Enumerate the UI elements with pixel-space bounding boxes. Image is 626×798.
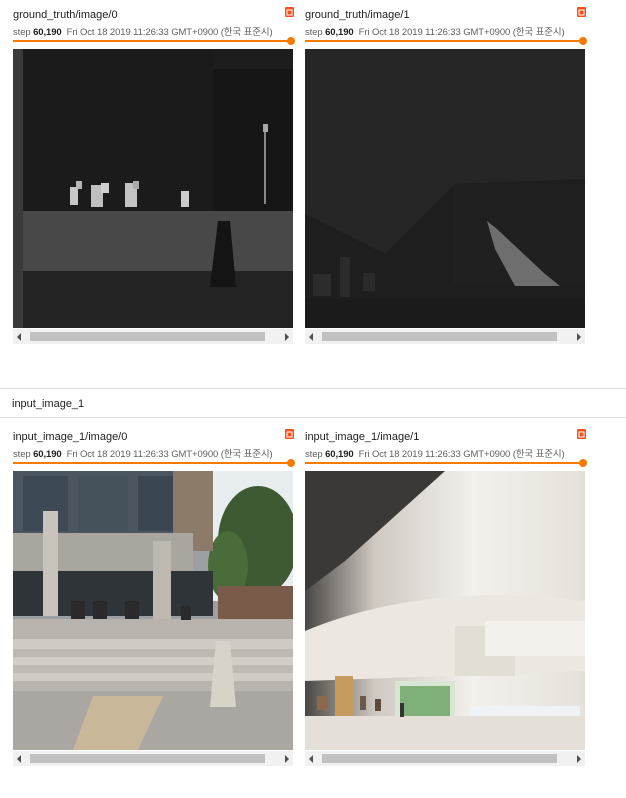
image-card: input_image_1/image/0 step 60,190 Fri Oc… bbox=[13, 422, 305, 768]
step-info: step 60,190 Fri Oct 18 2019 11:26:33 GMT… bbox=[13, 446, 273, 460]
input-photo bbox=[13, 471, 293, 750]
horizontal-scrollbar[interactable] bbox=[305, 329, 585, 344]
step-label: step bbox=[13, 27, 31, 38]
card-title: ground_truth/image/1 bbox=[305, 9, 410, 21]
scroll-left-arrow-icon[interactable] bbox=[309, 755, 313, 763]
scroll-right-arrow-icon[interactable] bbox=[577, 333, 581, 341]
step-slider[interactable] bbox=[305, 462, 585, 464]
step-slider-knob[interactable] bbox=[579, 37, 587, 45]
timestamp: Fri Oct 18 2019 11:26:33 GMT+0900 (한국 표준… bbox=[358, 449, 565, 460]
timestamp: Fri Oct 18 2019 11:26:33 GMT+0900 (한국 표준… bbox=[66, 27, 273, 38]
step-label: step bbox=[305, 27, 323, 38]
card-title: ground_truth/image/0 bbox=[13, 9, 118, 21]
horizontal-scrollbar[interactable] bbox=[13, 329, 293, 344]
scrollbar-thumb[interactable] bbox=[322, 754, 557, 763]
step-info: step 60,190 Fri Oct 18 2019 11:26:33 GMT… bbox=[13, 24, 273, 38]
step-slider[interactable] bbox=[305, 40, 585, 42]
segmentation-image bbox=[305, 49, 585, 328]
scroll-right-arrow-icon[interactable] bbox=[285, 755, 289, 763]
scroll-left-arrow-icon[interactable] bbox=[17, 755, 21, 763]
expand-icon bbox=[578, 431, 585, 437]
step-info: step 60,190 Fri Oct 18 2019 11:26:33 GMT… bbox=[305, 446, 565, 460]
section-header[interactable]: input_image_1 bbox=[12, 398, 84, 410]
timestamp: Fri Oct 18 2019 11:26:33 GMT+0900 (한국 표준… bbox=[66, 449, 273, 460]
card-title: input_image_1/image/0 bbox=[13, 431, 128, 443]
scrollbar-thumb[interactable] bbox=[30, 332, 265, 341]
input-photo bbox=[305, 471, 585, 750]
segmentation-image bbox=[13, 49, 293, 328]
step-slider-knob[interactable] bbox=[287, 459, 295, 467]
horizontal-scrollbar[interactable] bbox=[305, 751, 585, 766]
step-slider[interactable] bbox=[13, 40, 293, 42]
expand-button[interactable] bbox=[285, 429, 294, 439]
section-divider bbox=[0, 388, 626, 389]
step-value: 60,190 bbox=[33, 27, 62, 38]
step-value: 60,190 bbox=[33, 449, 62, 460]
scroll-left-arrow-icon[interactable] bbox=[309, 333, 313, 341]
scroll-left-arrow-icon[interactable] bbox=[17, 333, 21, 341]
horizontal-scrollbar[interactable] bbox=[13, 751, 293, 766]
timestamp: Fri Oct 18 2019 11:26:33 GMT+0900 (한국 표준… bbox=[358, 27, 565, 38]
scrollbar-thumb[interactable] bbox=[322, 332, 557, 341]
expand-icon bbox=[578, 9, 585, 15]
step-slider-knob[interactable] bbox=[579, 459, 587, 467]
expand-icon bbox=[286, 9, 293, 15]
card-title: input_image_1/image/1 bbox=[305, 431, 420, 443]
image-card: input_image_1/image/1 step 60,190 Fri Oc… bbox=[305, 422, 597, 768]
expand-button[interactable] bbox=[577, 7, 586, 17]
scrollbar-thumb[interactable] bbox=[30, 754, 265, 763]
expand-button[interactable] bbox=[285, 7, 294, 17]
step-info: step 60,190 Fri Oct 18 2019 11:26:33 GMT… bbox=[305, 24, 565, 38]
step-label: step bbox=[305, 449, 323, 460]
step-value: 60,190 bbox=[325, 27, 354, 38]
scroll-right-arrow-icon[interactable] bbox=[577, 755, 581, 763]
step-label: step bbox=[13, 449, 31, 460]
step-value: 60,190 bbox=[325, 449, 354, 460]
expand-button[interactable] bbox=[577, 429, 586, 439]
expand-icon bbox=[286, 431, 293, 437]
scroll-right-arrow-icon[interactable] bbox=[285, 333, 289, 341]
step-slider[interactable] bbox=[13, 462, 293, 464]
image-card: ground_truth/image/0 step 60,190 Fri Oct… bbox=[13, 0, 305, 346]
step-slider-knob[interactable] bbox=[287, 37, 295, 45]
section-divider bbox=[0, 417, 626, 418]
image-card: ground_truth/image/1 step 60,190 Fri Oct… bbox=[305, 0, 597, 346]
